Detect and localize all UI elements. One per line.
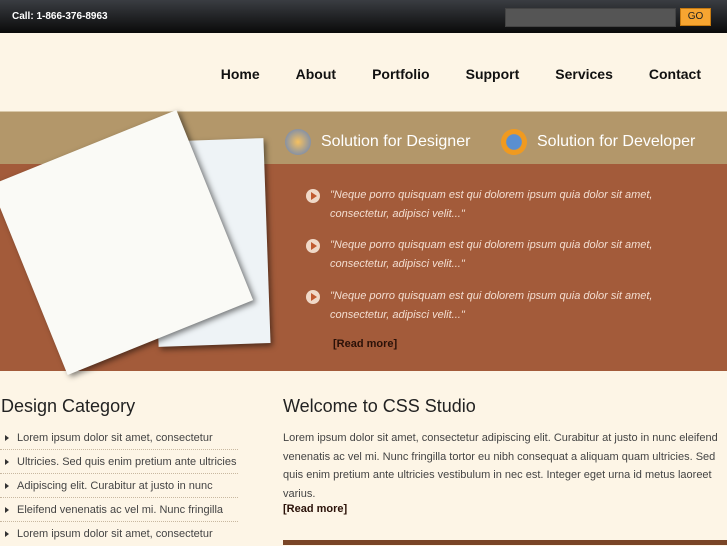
quote-item: "Neque porro quisquam est qui dolorem ip… bbox=[306, 186, 706, 224]
solution-designer[interactable]: Solution for Designer bbox=[285, 129, 470, 155]
nav-portfolio[interactable]: Portfolio bbox=[372, 66, 430, 82]
nav-home[interactable]: Home bbox=[221, 66, 260, 82]
users-icon bbox=[285, 129, 311, 155]
search-input[interactable] bbox=[505, 8, 676, 27]
play-icon bbox=[306, 239, 320, 253]
phone-number: Call: 1-866-376-8963 bbox=[12, 11, 108, 22]
solution-developer-label: Solution for Developer bbox=[537, 133, 696, 150]
nav-support[interactable]: Support bbox=[466, 66, 520, 82]
top-bar: Call: 1-866-376-8963 GO bbox=[0, 0, 727, 33]
welcome-text: Lorem ipsum dolor sit amet, consectetur … bbox=[283, 432, 718, 500]
quote-item: "Neque porro quisquam est qui dolorem ip… bbox=[306, 287, 706, 325]
quote-text: "Neque porro quisquam est qui dolorem ip… bbox=[330, 239, 653, 270]
quote-item: "Neque porro quisquam est qui dolorem ip… bbox=[306, 236, 706, 274]
globe-refresh-icon bbox=[501, 129, 527, 155]
solution-developer[interactable]: Solution for Developer bbox=[501, 129, 695, 155]
go-button[interactable]: GO bbox=[680, 8, 711, 26]
design-category-heading: Design Category bbox=[1, 396, 136, 416]
content-box-top bbox=[283, 540, 727, 545]
list-item[interactable]: Lorem ipsum dolor sit amet, consectetur bbox=[0, 522, 238, 546]
list-item[interactable]: Lorem ipsum dolor sit amet, consectetur bbox=[0, 426, 238, 450]
main-nav: Home About Portfolio Support Services Co… bbox=[221, 66, 727, 82]
list-item[interactable]: Adipiscing elit. Curabitur at justo in n… bbox=[0, 474, 238, 498]
quote-text: "Neque porro quisquam est qui dolorem ip… bbox=[330, 290, 653, 321]
banner-read-more-link[interactable]: [Read more] bbox=[333, 338, 397, 350]
quote-text: "Neque porro quisquam est qui dolorem ip… bbox=[330, 189, 653, 220]
list-item[interactable]: Eleifend venenatis ac vel mi. Nunc fring… bbox=[0, 498, 238, 522]
solution-designer-label: Solution for Designer bbox=[321, 133, 471, 150]
nav-services[interactable]: Services bbox=[555, 66, 613, 82]
list-item[interactable]: Ultricies. Sed quis enim pretium ante ul… bbox=[0, 450, 238, 474]
nav-contact[interactable]: Contact bbox=[649, 66, 701, 82]
welcome-heading: Welcome to CSS Studio bbox=[283, 396, 476, 416]
play-icon bbox=[306, 189, 320, 203]
category-list: Lorem ipsum dolor sit amet, consectetur … bbox=[0, 426, 238, 546]
play-icon bbox=[306, 290, 320, 304]
nav-about[interactable]: About bbox=[296, 66, 336, 82]
welcome-read-more-link[interactable]: [Read more] bbox=[283, 503, 347, 515]
